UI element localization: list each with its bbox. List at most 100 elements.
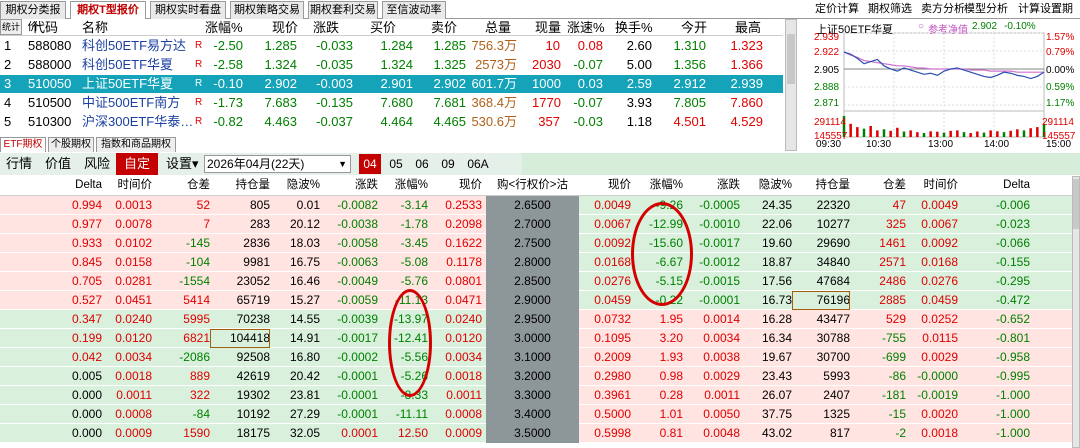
menu-option-filter[interactable]: 期权筛选 [868, 1, 912, 19]
option-row[interactable]: 0.000 0.0011 322 19302 23.81 -0.0001 -8.33 0.00… [0, 386, 1072, 405]
option-row[interactable]: 0.527 0.0451 5414 65719 15.27 -0.0059 -11.13 0.… [0, 291, 1072, 310]
col-speed[interactable]: 涨速% [567, 19, 605, 36]
put-oi-cell: 76196 [792, 291, 850, 310]
option-row[interactable]: 0.000 0.0009 1590 18175 32.05 0.0001 12.50 0.00… [0, 424, 1072, 443]
col-turnover[interactable]: 换手% [615, 19, 653, 36]
call-delta-cell: 0.977 [71, 217, 102, 231]
hdr-strike[interactable]: 购<行权价>沽 [486, 175, 579, 196]
hdr-call-iv[interactable]: 隐波% [270, 175, 320, 196]
settings-button[interactable]: 设置▾ [166, 153, 199, 175]
strike-price-cell[interactable]: 2.9500 [486, 310, 579, 329]
month-06A[interactable]: 06A [463, 154, 493, 174]
view-risk-button[interactable]: 风险 [84, 153, 110, 175]
quote-scrollbar[interactable] [785, 19, 797, 151]
strike-price-cell[interactable]: 2.7000 [486, 215, 579, 234]
col-name[interactable]: 名称 [82, 19, 108, 36]
tab-option-t-quote[interactable]: 期权T型报价 [70, 1, 146, 19]
col-cur-vol[interactable]: 现量 [535, 19, 561, 36]
col-volume[interactable]: 总量 [485, 19, 511, 36]
strike-price-cell[interactable]: 2.8500 [486, 272, 579, 291]
t-table-scrollbar[interactable] [1072, 176, 1080, 448]
menu-pricing-calc[interactable]: 定价计算 [815, 1, 859, 19]
hdr-put-price[interactable]: 现价 [579, 175, 631, 196]
put-time-value-cell: 0.0252 [921, 312, 958, 326]
tab-option-arbitrage[interactable]: 期权套利交易 [308, 1, 378, 19]
quote-row[interactable]: 4 510500 中证500ETF南方 R -1.73 7.683 -0.135 7.680 7… [0, 94, 783, 112]
strike-price-cell[interactable]: 2.7500 [486, 234, 579, 253]
hdr-put-chg[interactable]: 涨跌 [683, 175, 740, 196]
quote-cell-cur: 1000 [532, 76, 561, 91]
option-row[interactable]: 0.199 0.0120 6821 104418 14.91 -0.0017 -12.41 0… [0, 329, 1072, 348]
strike-price-cell[interactable]: 3.5000 [486, 424, 579, 443]
hdr-put-chg-pct[interactable]: 涨幅% [631, 175, 683, 196]
tab-option-strategy[interactable]: 期权策略交易 [230, 1, 304, 19]
strike-price-cell[interactable]: 3.1000 [486, 348, 579, 367]
option-row[interactable]: 0.845 0.0158 -104 9981 16.75 -0.0063 -5.08 0.11… [0, 253, 1072, 272]
tab-volatility[interactable]: 至信波动率 [382, 1, 446, 19]
hdr-call-delta[interactable]: Delta [50, 175, 102, 196]
view-quote-button[interactable]: 行情 [6, 153, 32, 175]
menu-option-trade[interactable]: 期权交易 [1062, 1, 1080, 19]
col-high[interactable]: 最高 [735, 19, 761, 36]
menu-seller-analysis[interactable]: 卖方分析 [921, 1, 965, 19]
menu-calc-settings[interactable]: 计算设置 [1018, 1, 1062, 19]
hdr-call-chg-pct[interactable]: 涨幅% [378, 175, 428, 196]
tab-option-realtime[interactable]: 期权实时看盘 [150, 1, 226, 19]
hdr-call-price[interactable]: 现价 [428, 175, 482, 196]
month-04[interactable]: 04 [359, 154, 381, 174]
tab-etf-option[interactable]: ETF期权 [0, 137, 46, 152]
quote-row[interactable]: 1 588080 科创50ETF易方达 R -2.50 1.285 -0.033 1.284 1… [0, 37, 783, 55]
menu-model-analysis[interactable]: 模型分析 [964, 1, 1008, 19]
col-open[interactable]: 今开 [681, 19, 707, 36]
col-code[interactable]: 代码 [32, 19, 58, 36]
option-row[interactable]: 0.005 0.0018 889 42619 20.42 -0.0001 -5.26 0.00… [0, 367, 1072, 386]
option-row[interactable]: 0.705 0.0281 -1554 23052 16.46 -0.0049 -5.76 0.… [0, 272, 1072, 291]
put-chg-cell: 0.0034 [703, 331, 740, 345]
month-09[interactable]: 09 [437, 154, 459, 174]
call-price-cell: 0.0120 [445, 331, 482, 345]
option-row[interactable]: 0.042 0.0034 -2086 92508 16.80 -0.0002 -5.56 0.… [0, 348, 1072, 367]
option-row[interactable]: 0.994 0.0013 52 805 0.01 -0.0082 -3.14 0.2533 2.… [0, 196, 1072, 215]
strike-price-cell[interactable]: 3.2000 [486, 367, 579, 386]
strike-price-cell[interactable]: 2.9000 [486, 291, 579, 310]
col-chg[interactable]: 涨跌 [313, 19, 339, 36]
strike-price-cell[interactable]: 3.3000 [486, 386, 579, 405]
hdr-call-oi[interactable]: 持仓量 [210, 175, 271, 196]
hdr-call-oi-chg[interactable]: 仓差 [152, 175, 210, 196]
put-price-cell: 0.0067 [594, 217, 631, 231]
month-05[interactable]: 05 [385, 154, 407, 174]
tab-option-category-quote[interactable]: 期权分类报价 [0, 1, 66, 33]
view-value-button[interactable]: 价值 [45, 153, 71, 175]
option-row[interactable]: 0.977 0.0078 7 283 20.12 -0.0038 -1.78 0.2098 2.… [0, 215, 1072, 234]
hdr-call-time-value[interactable]: 时间价 [102, 175, 153, 196]
custom-button[interactable]: 自定 [116, 153, 158, 175]
strike-price-cell[interactable]: 2.8000 [486, 253, 579, 272]
col-bid[interactable]: 买价 [370, 19, 396, 36]
hdr-put-oi[interactable]: 持仓量 [792, 175, 851, 196]
month-06[interactable]: 06 [411, 154, 433, 174]
expiry-select[interactable]: 2026年04月(22天) ▼ [204, 155, 351, 173]
option-row[interactable]: 0.933 0.0102 -145 2836 18.03 -0.0058 -3.45 0.16… [0, 234, 1072, 253]
quote-cell-r: R [195, 59, 203, 70]
hdr-call-chg[interactable]: 涨跌 [320, 175, 378, 196]
col-chg-pct[interactable]: 涨幅% [205, 19, 243, 36]
quote-row[interactable]: 3 510050 上证50ETF华夏 R -0.10 2.902 -0.003 2.901 2.… [0, 75, 783, 93]
quote-row[interactable]: 5 510300 沪深300ETF华泰… R -0.82 4.463 -0.037 4.464… [0, 113, 783, 131]
quote-row[interactable]: 2 588000 科创50ETF华夏 R -2.58 1.324 -0.035 1.324 1.… [0, 56, 783, 74]
col-price[interactable]: 现价 [272, 19, 298, 36]
hdr-put-time-value[interactable]: 时间价 [906, 175, 959, 196]
hdr-put-oi-chg[interactable]: 仓差 [850, 175, 906, 196]
hdr-put-delta[interactable]: Delta [958, 175, 1030, 196]
option-row[interactable]: 0.347 0.0240 5995 70238 14.55 -0.0039 -13.97 0.… [0, 310, 1072, 329]
col-ask[interactable]: 卖价 [431, 19, 457, 36]
option-row[interactable]: 0.000 0.0008 -84 10192 27.29 -0.0001 -11.11 0.0… [0, 405, 1072, 424]
strike-price-cell[interactable]: 3.0000 [486, 329, 579, 348]
put-iv-cell: 37.75 [761, 407, 792, 421]
call-time-value-cell: 0.0034 [115, 350, 152, 364]
x-label: 09:30 [816, 139, 842, 150]
hdr-put-iv[interactable]: 隐波% [740, 175, 792, 196]
tab-index-commodity-option[interactable]: 指数和商品期权 [96, 137, 176, 152]
strike-price-cell[interactable]: 2.6500 [486, 196, 579, 215]
tab-stock-option[interactable]: 个股期权 [48, 137, 94, 152]
strike-price-cell[interactable]: 3.4000 [486, 405, 579, 424]
